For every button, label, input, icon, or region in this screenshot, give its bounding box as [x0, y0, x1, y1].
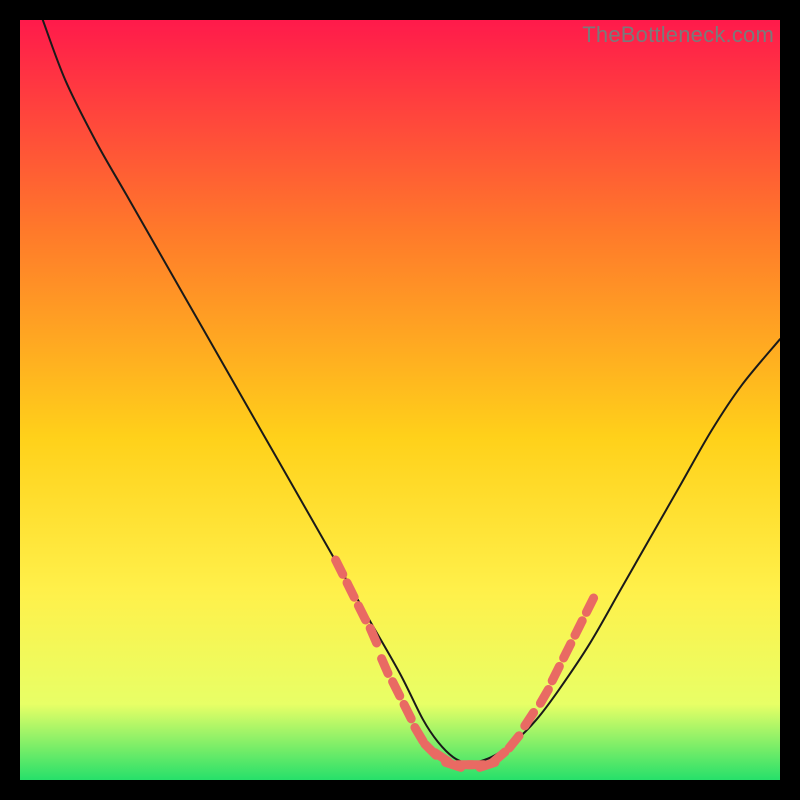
marker-dash: [370, 628, 376, 643]
chart-svg: [20, 20, 780, 780]
gradient-background: [20, 20, 780, 780]
marker-dash: [382, 659, 388, 674]
chart-frame: TheBottleneck.com: [20, 20, 780, 780]
watermark-text: TheBottleneck.com: [582, 22, 774, 48]
